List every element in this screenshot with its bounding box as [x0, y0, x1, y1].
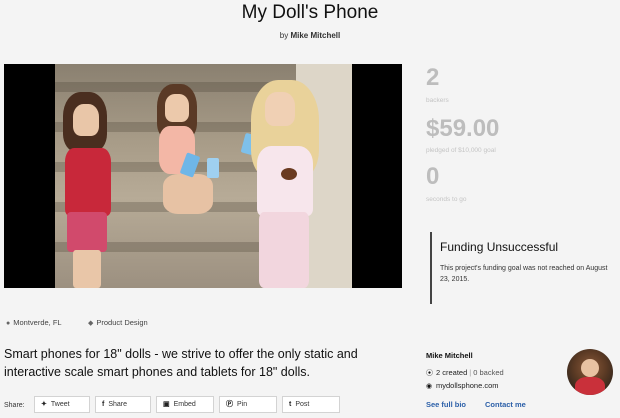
globe-icon: ◉: [426, 383, 433, 390]
embed-icon: ▣: [163, 401, 170, 408]
share-label: Share:: [4, 402, 25, 409]
see-full-bio-link[interactable]: See full bio: [426, 400, 466, 409]
backed-count: 0 backed: [473, 368, 504, 377]
tweet-button[interactable]: ✦ Tweet: [34, 396, 90, 413]
backers-count: 2: [426, 64, 440, 91]
category-link[interactable]: ◆ Product Design: [88, 318, 148, 327]
byline: by Mike Mitchell: [0, 31, 620, 40]
location-label: Montverde, FL: [13, 318, 62, 327]
embed-button[interactable]: ▣ Embed: [156, 396, 214, 413]
circle-check-icon: ⦿: [426, 370, 433, 377]
tumblr-icon: t: [289, 401, 292, 408]
funding-status-box: Funding Unsuccessful This project's fund…: [430, 232, 616, 304]
contact-me-link[interactable]: Contact me: [485, 400, 526, 409]
location-link[interactable]: ● Montverde, FL: [6, 318, 62, 327]
project-photo: [55, 64, 352, 288]
creator-name[interactable]: Mike Mitchell: [426, 351, 473, 360]
time-remaining-label: seconds to go: [426, 196, 467, 203]
time-remaining-value: 0: [426, 163, 440, 190]
project-blurb: Smart phones for 18" dolls - we strive t…: [4, 347, 358, 379]
tag-icon: ◆: [88, 320, 94, 327]
facebook-share-button[interactable]: f Share: [95, 396, 151, 413]
byline-creator-link[interactable]: Mike Mitchell: [290, 31, 340, 40]
pledged-label: pledged of $10,000 goal: [426, 147, 496, 154]
pinterest-icon: Ⓟ: [226, 401, 233, 408]
map-pin-icon: ●: [6, 320, 11, 327]
website-label: mydollsphone.com: [436, 381, 499, 390]
pin-button[interactable]: Ⓟ Pin: [219, 396, 277, 413]
created-count: 2 created: [436, 368, 468, 377]
twitter-icon: ✦: [41, 401, 47, 408]
post-button[interactable]: t Post: [282, 396, 340, 413]
pledged-amount: $59.00: [426, 115, 500, 142]
byline-prefix: by: [279, 31, 289, 40]
facebook-icon: f: [102, 401, 105, 408]
funding-status-message: This project's funding goal was not reac…: [440, 265, 608, 283]
category-label: Product Design: [96, 318, 148, 327]
backers-label: backers: [426, 97, 449, 104]
project-title: My Doll's Phone: [241, 2, 379, 23]
creator-stats: ⦿ 2 created | 0 backed: [426, 368, 504, 377]
funding-status-title: Funding Unsuccessful: [440, 240, 559, 254]
project-video[interactable]: [4, 64, 402, 288]
creator-avatar[interactable]: [567, 349, 613, 395]
creator-website[interactable]: ◉ mydollsphone.com: [426, 381, 499, 390]
